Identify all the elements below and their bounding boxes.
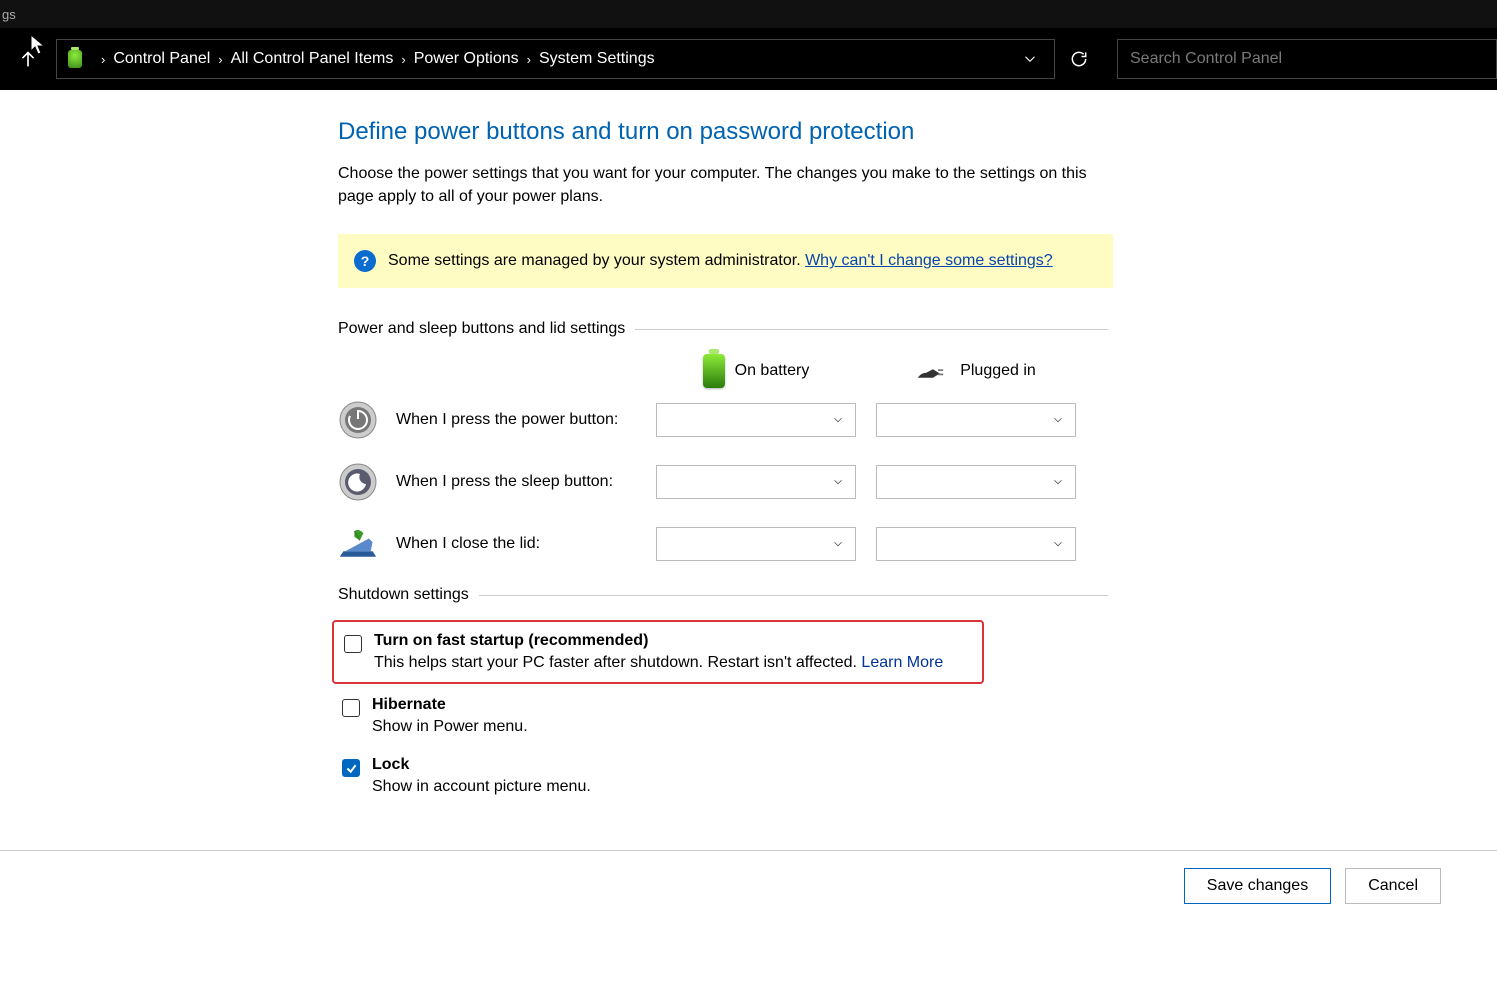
chevron-right-icon: › (527, 52, 531, 67)
chevron-down-icon (1051, 475, 1065, 489)
address-history-dropdown[interactable] (1006, 39, 1054, 79)
breadcrumb-control-panel[interactable]: Control Panel (113, 50, 210, 68)
search-box[interactable] (1117, 39, 1497, 79)
chevron-down-icon (1051, 413, 1065, 427)
chevron-right-icon: › (101, 52, 105, 67)
page-title: Define power buttons and turn on passwor… (338, 118, 1108, 146)
breadcrumb-all-items[interactable]: All Control Panel Items (231, 50, 394, 68)
sleep-button-icon (338, 462, 378, 502)
chevron-right-icon: › (218, 52, 222, 67)
column-plugged-in: Plugged in (876, 359, 1076, 383)
cancel-button[interactable]: Cancel (1345, 868, 1441, 904)
save-button[interactable]: Save changes (1184, 868, 1331, 904)
option-lock: Lock Show in account picture menu. (336, 752, 1108, 800)
sleep-button-plugged-select[interactable] (876, 465, 1076, 499)
chevron-down-icon (1021, 50, 1039, 68)
main-content: Define power buttons and turn on passwor… (338, 118, 1108, 800)
laptop-lid-icon (338, 524, 378, 564)
row-label: When I close the lid: (396, 535, 656, 553)
search-input[interactable] (1118, 49, 1496, 69)
address-bar[interactable]: › Control Panel › All Control Panel Item… (56, 39, 1055, 79)
option-description: Show in account picture menu. (372, 778, 591, 796)
option-title: Turn on fast startup (recommended) (374, 632, 943, 650)
up-arrow-icon (17, 48, 39, 70)
divider (479, 595, 1108, 596)
row-label: When I press the sleep button: (396, 473, 656, 491)
option-title: Hibernate (372, 696, 528, 714)
sleep-button-battery-select[interactable] (656, 465, 856, 499)
column-headers: On battery Plugged in (338, 354, 1108, 388)
chevron-down-icon (831, 537, 845, 551)
window-titlebar: gs (0, 0, 1497, 28)
title-text: gs (2, 7, 16, 22)
option-description: This helps start your PC faster after sh… (374, 654, 943, 672)
power-button-battery-select[interactable] (656, 403, 856, 437)
section-shutdown: Shutdown settings (338, 586, 1108, 604)
page-description: Choose the power settings that you want … (338, 162, 1098, 208)
info-icon: ? (354, 250, 376, 272)
breadcrumb-power-options[interactable]: Power Options (414, 50, 519, 68)
chevron-right-icon: › (401, 52, 405, 67)
power-button-plugged-select[interactable] (876, 403, 1076, 437)
divider (635, 329, 1108, 330)
plug-icon (916, 359, 950, 383)
info-message: Some settings are managed by your system… (388, 252, 805, 269)
chevron-down-icon (831, 475, 845, 489)
address-navbar: › Control Panel › All Control Panel Item… (0, 28, 1497, 90)
column-on-battery: On battery (656, 354, 856, 388)
row-label: When I press the power button: (396, 411, 656, 429)
learn-more-link[interactable]: Learn More (861, 654, 943, 671)
chevron-down-icon (831, 413, 845, 427)
section-legend-label: Shutdown settings (338, 586, 469, 604)
info-link[interactable]: Why can't I change some settings? (805, 252, 1053, 269)
check-icon (345, 762, 358, 775)
section-legend-label: Power and sleep buttons and lid settings (338, 320, 625, 338)
option-description: Show in Power menu. (372, 718, 528, 736)
column-label: On battery (735, 362, 810, 380)
breadcrumb-system-settings[interactable]: System Settings (539, 50, 655, 68)
refresh-button[interactable] (1055, 39, 1103, 79)
fast-startup-checkbox[interactable] (344, 635, 362, 653)
power-options-icon (57, 50, 93, 68)
option-fast-startup: Turn on fast startup (recommended) This … (332, 620, 984, 684)
row-close-lid: When I close the lid: (338, 524, 1108, 564)
chevron-down-icon (1051, 537, 1065, 551)
power-button-icon (338, 400, 378, 440)
footer: Save changes Cancel (0, 851, 1497, 921)
option-hibernate: Hibernate Show in Power menu. (336, 692, 1108, 740)
row-sleep-button: When I press the sleep button: (338, 462, 1108, 502)
refresh-icon (1069, 49, 1089, 69)
section-power-buttons: Power and sleep buttons and lid settings (338, 320, 1108, 338)
row-power-button: When I press the power button: (338, 400, 1108, 440)
up-button[interactable] (0, 28, 56, 90)
close-lid-plugged-select[interactable] (876, 527, 1076, 561)
admin-info-banner: ? Some settings are managed by your syst… (338, 234, 1113, 288)
battery-icon (703, 354, 725, 388)
hibernate-checkbox[interactable] (342, 699, 360, 717)
option-title: Lock (372, 756, 591, 774)
column-label: Plugged in (960, 362, 1036, 380)
lock-checkbox[interactable] (342, 759, 360, 777)
close-lid-battery-select[interactable] (656, 527, 856, 561)
info-text: Some settings are managed by your system… (388, 252, 1053, 270)
